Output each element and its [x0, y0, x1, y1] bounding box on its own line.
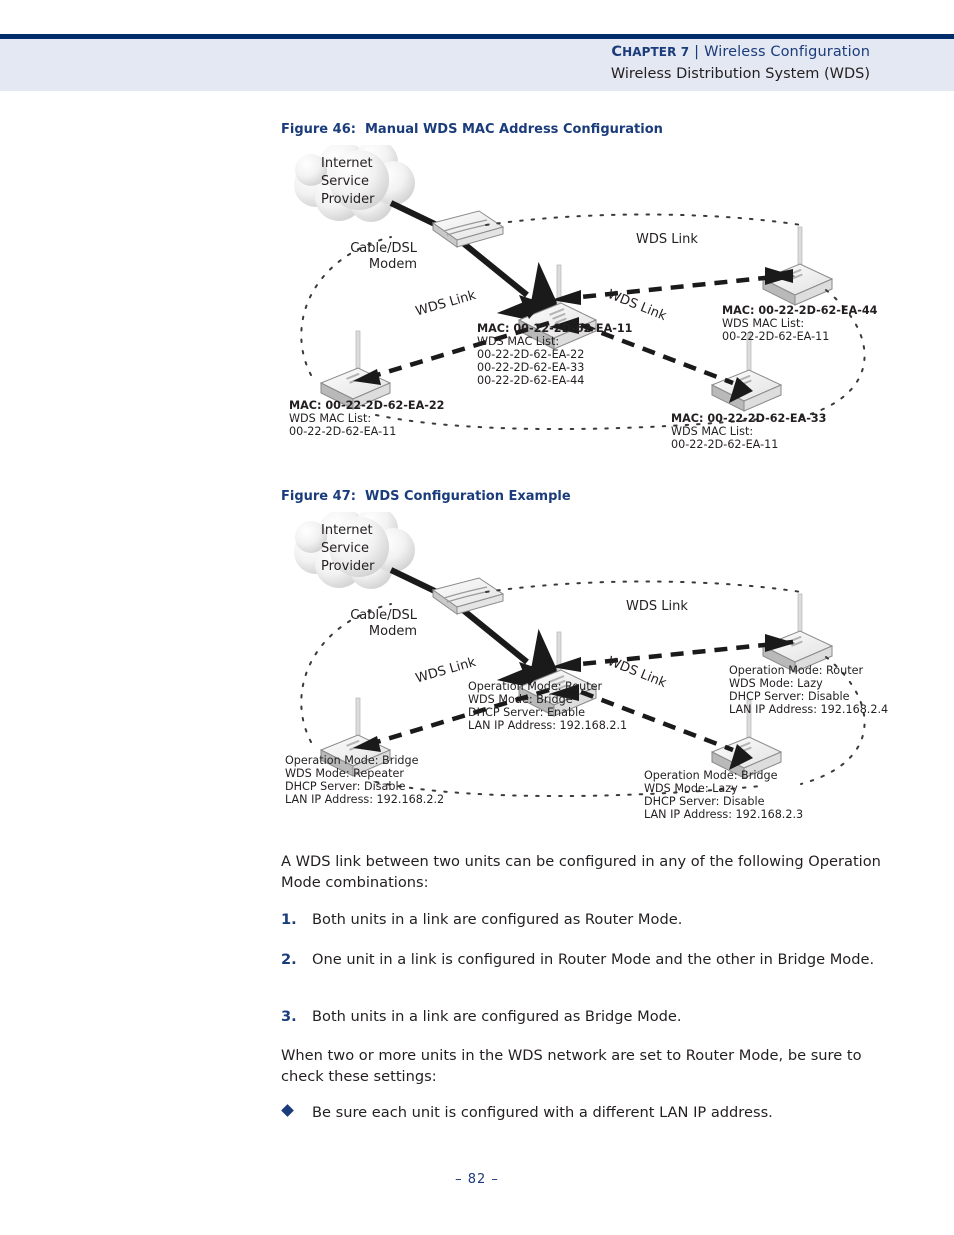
diamond-bullet-icon [281, 1104, 294, 1117]
fig47-right-top-line-0: Operation Mode: Router [729, 664, 864, 677]
chapter-label: CHAPTER 7 [611, 44, 690, 60]
fig46-center-list-2: 00-22-2D-62-EA-44 [477, 374, 585, 387]
fig47-right-bottom-line-0: Operation Mode: Bridge [644, 769, 778, 782]
right-top-access-point-icon [761, 226, 834, 306]
fig47-wds-link-top-right-label: WDS Link [626, 599, 688, 614]
fig47-right-bottom-line-2: DHCP Server: Disable [644, 795, 765, 808]
chapter-title: Wireless Configuration [704, 44, 870, 60]
fig47-right-bottom-line-1: WDS Mode: Lazy [644, 782, 738, 795]
fig46-right-top-list-title: WDS MAC List: [722, 317, 805, 330]
figure-47-caption: Figure 47: WDS Configuration Example [281, 489, 571, 504]
numbered-item-3: 3. Both units in a link are configured a… [281, 1006, 881, 1027]
page-number: – 82 – [455, 1172, 499, 1187]
fig46-center-list-1: 00-22-2D-62-EA-33 [477, 361, 585, 374]
intro-paragraph: A WDS link between two units can be conf… [281, 853, 881, 891]
fig46-right-top-list-0: 00-22-2D-62-EA-11 [722, 330, 830, 343]
fig46-left-bottom-list-0: 00-22-2D-62-EA-11 [289, 425, 397, 438]
fig46-center-list-title: WDS MAC List: [477, 335, 560, 348]
figure-46-caption: Figure 46: Manual WDS MAC Address Config… [281, 122, 663, 137]
fig46-wds-link-top-right-label: WDS Link [636, 232, 698, 247]
numbered-item-1-text: Both units in a link are configured as R… [312, 911, 683, 928]
numbered-item-1: 1. Both units in a link are configured a… [281, 909, 881, 930]
left-bottom-access-point-icon [319, 330, 392, 410]
fig46-isp-label: Internet Service Provider [321, 156, 375, 207]
numbered-item-2-text: One unit in a link is configured in Rout… [312, 951, 875, 968]
fig47-right-bottom-line-3: LAN IP Address: 192.168.2.3 [644, 808, 804, 821]
fig47-right-top-line-3: LAN IP Address: 192.168.2.4 [729, 703, 889, 716]
fig46-center-mac: MAC: 00-22-2D-62-EA-11 [477, 322, 633, 335]
dotted-loop-top [485, 580, 802, 593]
cable-dsl-modem-icon [431, 210, 505, 248]
numbered-item-3-text: Both units in a link are configured as B… [312, 1008, 682, 1025]
fig46-right-top-mac: MAC: 00-22-2D-62-EA-44 [722, 304, 878, 317]
numbered-item-1-number: 1. [281, 911, 297, 928]
fig46-center-list-0: 00-22-2D-62-EA-22 [477, 348, 585, 361]
fig47-right-top-line-1: WDS Mode: Lazy [729, 677, 823, 690]
fig47-left-bottom-line-3: LAN IP Address: 192.168.2.2 [285, 793, 445, 806]
cable-dsl-modem-icon [431, 577, 505, 615]
fig47-left-bottom-line-2: DHCP Server: Disable [285, 780, 406, 793]
fig47-left-bottom-line-0: Operation Mode: Bridge [285, 754, 419, 767]
header-chapter-line: CHAPTER 7 | Wireless Configuration [611, 44, 870, 60]
arrow-into-center-from-right-top [551, 290, 581, 305]
fig47-isp-label: Internet Service Provider [321, 523, 375, 574]
fig47-center-line-2: DHCP Server: Enable [468, 706, 586, 719]
bullet-item-1: Be sure each unit is configured with a d… [281, 1102, 881, 1123]
fig47-center-line-3: LAN IP Address: 192.168.2.1 [468, 719, 628, 732]
numbered-item-2-number: 2. [281, 951, 297, 968]
fig46-left-bottom-list-title: WDS MAC List: [289, 412, 372, 425]
fig46-left-bottom-mac: MAC: 00-22-2D-62-EA-22 [289, 399, 445, 412]
dotted-loop-top [485, 213, 802, 226]
figure-46: Internet Service Provider Cable/DSL Mode… [281, 145, 941, 465]
numbered-item-3-number: 3. [281, 1008, 297, 1025]
fig46-modem-label: Cable/DSL Modem [350, 241, 417, 272]
bullet-item-1-text: Be sure each unit is configured with a d… [312, 1104, 773, 1121]
right-bottom-access-point-icon [710, 332, 783, 412]
right-top-access-point-icon [761, 593, 834, 673]
second-paragraph: When two or more units in the WDS networ… [281, 1047, 862, 1085]
fig47-modem-label: Cable/DSL Modem [350, 608, 417, 639]
header-separator: | [694, 44, 700, 60]
fig47-center-line-1: WDS Mode: Bridge [468, 693, 573, 706]
arrow-into-center-from-right-top [551, 657, 581, 672]
fig46-right-bottom-list-title: WDS MAC List: [671, 425, 754, 438]
fig47-right-top-line-2: DHCP Server: Disable [729, 690, 850, 703]
figure-47: Internet Service Provider Cable/DSL Mode… [281, 512, 941, 822]
header-section-title: Wireless Distribution System (WDS) [610, 66, 870, 82]
fig46-right-bottom-mac: MAC: 00-22-2D-62-EA-33 [671, 412, 827, 425]
numbered-item-2: 2. One unit in a link is configured in R… [281, 949, 881, 970]
fig46-right-bottom-list-0: 00-22-2D-62-EA-11 [671, 438, 779, 451]
fig47-center-line-0: Operation Mode: Router [468, 680, 603, 693]
fig47-left-bottom-line-1: WDS Mode: Repeater [285, 767, 405, 780]
